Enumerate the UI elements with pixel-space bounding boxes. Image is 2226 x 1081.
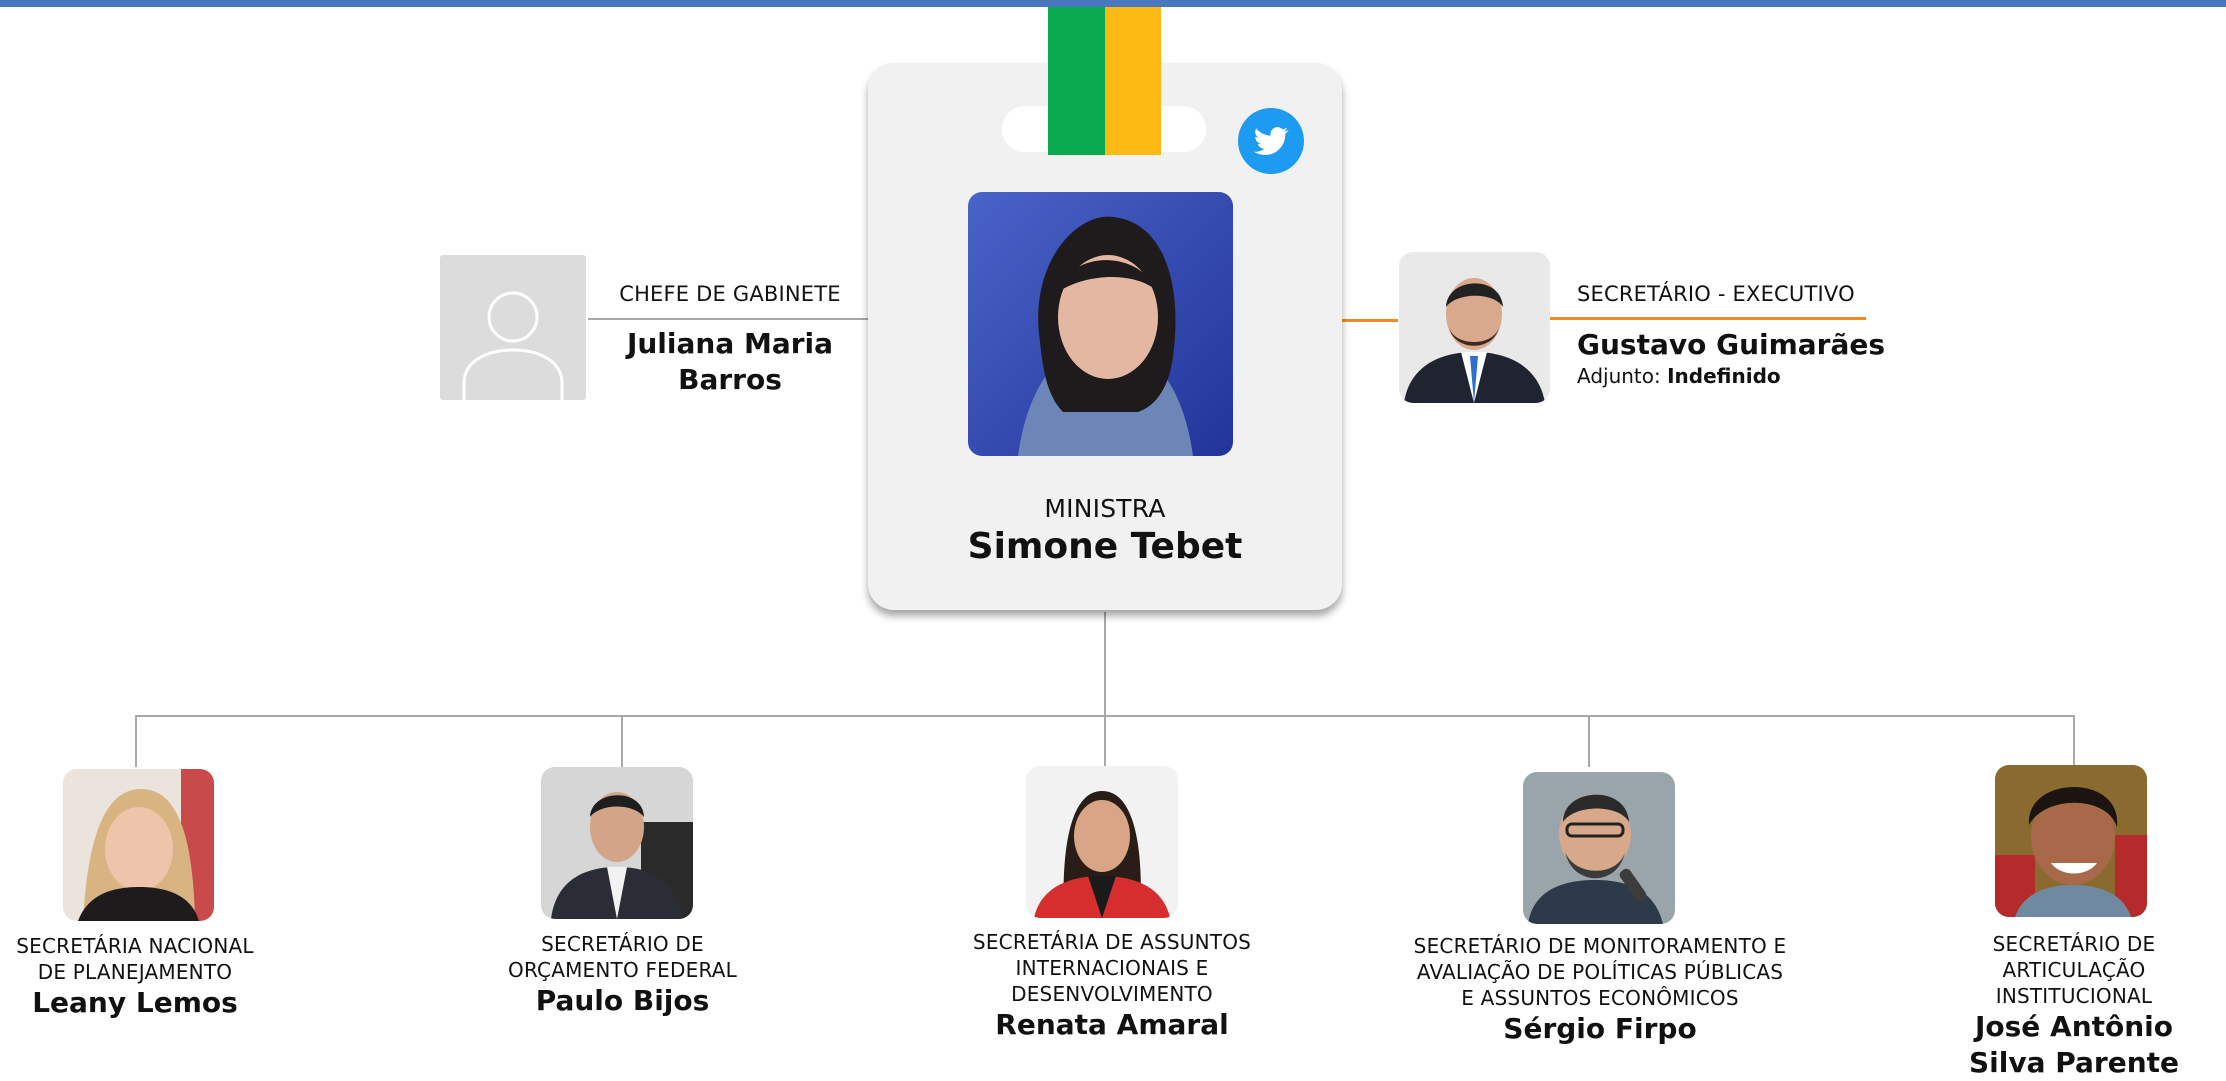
placeholder-avatar-icon <box>440 255 586 400</box>
top-accent-bar <box>0 0 2226 7</box>
executive-connector-line-left <box>1342 319 1398 322</box>
minister-photo <box>968 192 1233 456</box>
minister-role: MINISTRA <box>1044 494 1166 523</box>
secretary-name-4: Sérgio Firpo <box>1503 1012 1697 1045</box>
deputy-label: Adjunto: <box>1577 364 1661 388</box>
secretary-role-5: SECRETÁRIO DE ARTICULAÇÃO INSTITUCIONAL <box>1992 932 2156 1008</box>
secretary-role-4: SECRETÁRIO DE MONITORAMENTO E AVALIAÇÃO … <box>1413 934 1787 1010</box>
executive-secretary-photo <box>1399 252 1550 403</box>
chief-of-staff-name-block: Juliana Maria Barros <box>590 326 870 398</box>
executive-secretary-role: SECRETÁRIO - EXECUTIVO <box>1577 282 1855 306</box>
drop-line-3 <box>1104 715 1106 767</box>
secretary-photo-5 <box>1995 765 2147 917</box>
drop-line-1 <box>135 715 137 767</box>
secretary-name-3: Renata Amaral <box>995 1008 1229 1041</box>
minister-name: Simone Tebet <box>967 526 1243 567</box>
chief-connector-line <box>588 318 868 320</box>
secretary-role-1: SECRETÁRIA NACIONAL DE PLANEJAMENTO <box>16 934 254 984</box>
secretary-card-4: SECRETÁRIO DE MONITORAMENTO E AVALIAÇÃO … <box>1410 933 1790 1047</box>
secretary-role-2: SECRETÁRIO DE ORÇAMENTO FEDERAL <box>508 932 737 982</box>
secretary-photo-1 <box>63 769 214 921</box>
secretary-role-3: SECRETÁRIA DE ASSUNTOS INTERNACIONAIS E … <box>972 930 1252 1006</box>
drop-line-2 <box>621 715 623 767</box>
secretary-name-1: Leany Lemos <box>32 986 238 1019</box>
secretary-card-1: SECRETÁRIA NACIONAL DE PLANEJAMENTO Lean… <box>5 933 265 1021</box>
secretary-photo-2 <box>541 767 693 919</box>
lanyard-green-stripe <box>1048 7 1105 155</box>
secretary-card-2: SECRETÁRIO DE ORÇAMENTO FEDERAL Paulo Bi… <box>490 931 755 1019</box>
lanyard-yellow-stripe <box>1105 7 1161 155</box>
secretary-photo-3 <box>1026 766 1178 918</box>
drop-line-5 <box>2073 715 2075 767</box>
twitter-icon[interactable] <box>1238 108 1304 174</box>
executive-secretary-name: Gustavo Guimarães <box>1577 328 1886 361</box>
secretary-card-3: SECRETÁRIA DE ASSUNTOS INTERNACIONAIS E … <box>967 929 1257 1043</box>
secretary-card-5: SECRETÁRIO DE ARTICULAÇÃO INSTITUCIONAL … <box>1935 931 2213 1081</box>
chief-of-staff-name: Juliana Maria Barros <box>626 327 834 396</box>
secretary-name-5: José Antônio Silva Parente <box>1968 1010 2180 1079</box>
executive-deputy-line: Adjunto: Indefinido <box>1577 364 1781 388</box>
executive-connector-line-right <box>1550 317 1866 320</box>
secretary-photo-4 <box>1523 772 1675 924</box>
deputy-value: Indefinido <box>1667 364 1781 388</box>
drop-line-4 <box>1588 715 1590 767</box>
chief-of-staff-role: CHEFE DE GABINETE <box>619 282 841 306</box>
trunk-connector-line <box>1104 612 1106 716</box>
secretary-name-2: Paulo Bijos <box>535 984 710 1017</box>
